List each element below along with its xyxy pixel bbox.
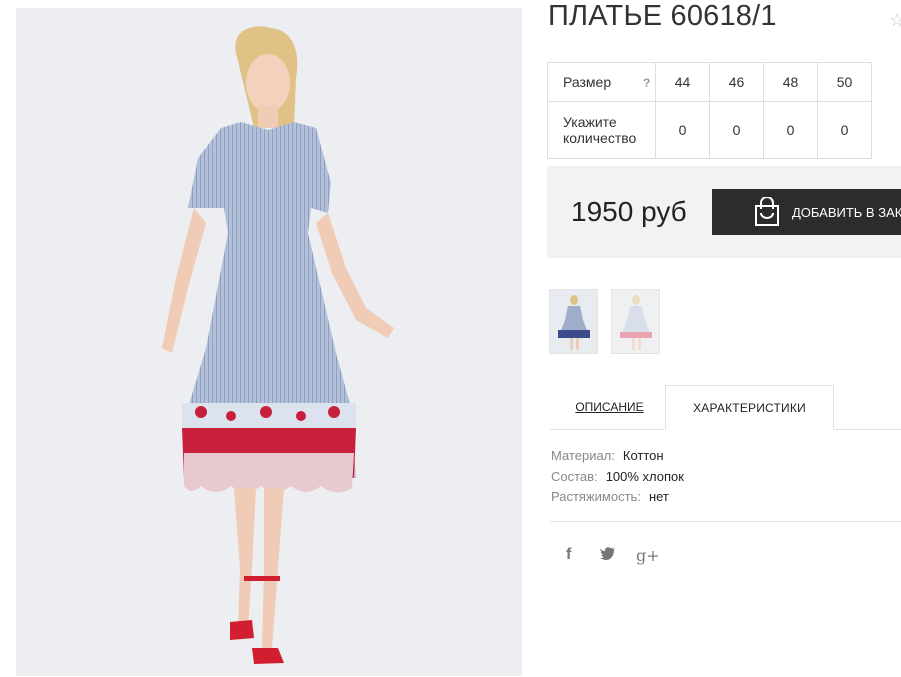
quantity-label: Укажите количество bbox=[547, 101, 656, 159]
product-price: 1950 руб bbox=[571, 196, 687, 227]
size-row: Размер ? 44 46 48 50 bbox=[547, 62, 872, 102]
spec-stretch: Растяжимость: нет bbox=[551, 489, 669, 504]
thumbnail-faded-view[interactable] bbox=[611, 289, 660, 354]
star-icon[interactable]: ☆ bbox=[889, 10, 901, 31]
quantity-input-50[interactable]: 0 bbox=[817, 101, 872, 159]
spec-value: нет bbox=[648, 489, 669, 504]
google-plus-icon[interactable]: g+ bbox=[636, 546, 660, 565]
product-main-image[interactable] bbox=[16, 8, 522, 676]
spec-key: Материал: bbox=[551, 448, 615, 463]
spec-key: Состав: bbox=[551, 469, 598, 484]
size-label-cell: Размер ? bbox=[547, 62, 656, 102]
add-to-order-label: ДОБАВИТЬ В ЗАКАЗ bbox=[792, 204, 901, 220]
twitter-icon[interactable] bbox=[600, 546, 616, 565]
spec-value: Коттон bbox=[622, 448, 664, 463]
size-46: 46 bbox=[709, 62, 764, 102]
size-label: Размер bbox=[563, 73, 612, 90]
size-quantity-table: Размер ? 44 46 48 50 Укажите количество … bbox=[547, 62, 872, 159]
size-50: 50 bbox=[817, 62, 872, 102]
size-48: 48 bbox=[763, 62, 818, 102]
spec-key: Растяжимость: bbox=[551, 489, 641, 504]
shopping-bag-icon bbox=[754, 196, 780, 230]
quantity-input-44[interactable]: 0 bbox=[655, 101, 710, 159]
purchase-panel: 1950 руб ДОБАВИТЬ В ЗАКАЗ bbox=[547, 166, 901, 258]
tab-description[interactable]: ОПИСАНИЕ bbox=[562, 385, 657, 430]
product-title: ПЛАТЬЕ 60618/1 bbox=[548, 0, 777, 32]
spec-composition: Состав: 100% хлопок bbox=[551, 469, 684, 484]
help-icon[interactable]: ? bbox=[643, 75, 650, 91]
thumbnail-front-view[interactable] bbox=[549, 289, 598, 354]
spec-value: 100% хлопок bbox=[605, 469, 684, 484]
product-tabs: ОПИСАНИЕ ХАРАКТЕРИСТИКИ bbox=[550, 385, 901, 430]
add-to-order-button[interactable]: ДОБАВИТЬ В ЗАКАЗ bbox=[712, 189, 901, 235]
quantity-input-46[interactable]: 0 bbox=[709, 101, 764, 159]
size-44: 44 bbox=[655, 62, 710, 102]
divider bbox=[550, 521, 901, 522]
spec-material: Материал: Коттон bbox=[551, 448, 664, 463]
facebook-icon[interactable]: f bbox=[566, 546, 571, 564]
quantity-row: Укажите количество 0 0 0 0 bbox=[547, 101, 872, 159]
quantity-input-48[interactable]: 0 bbox=[763, 101, 818, 159]
tab-specs[interactable]: ХАРАКТЕРИСТИКИ bbox=[665, 385, 834, 430]
